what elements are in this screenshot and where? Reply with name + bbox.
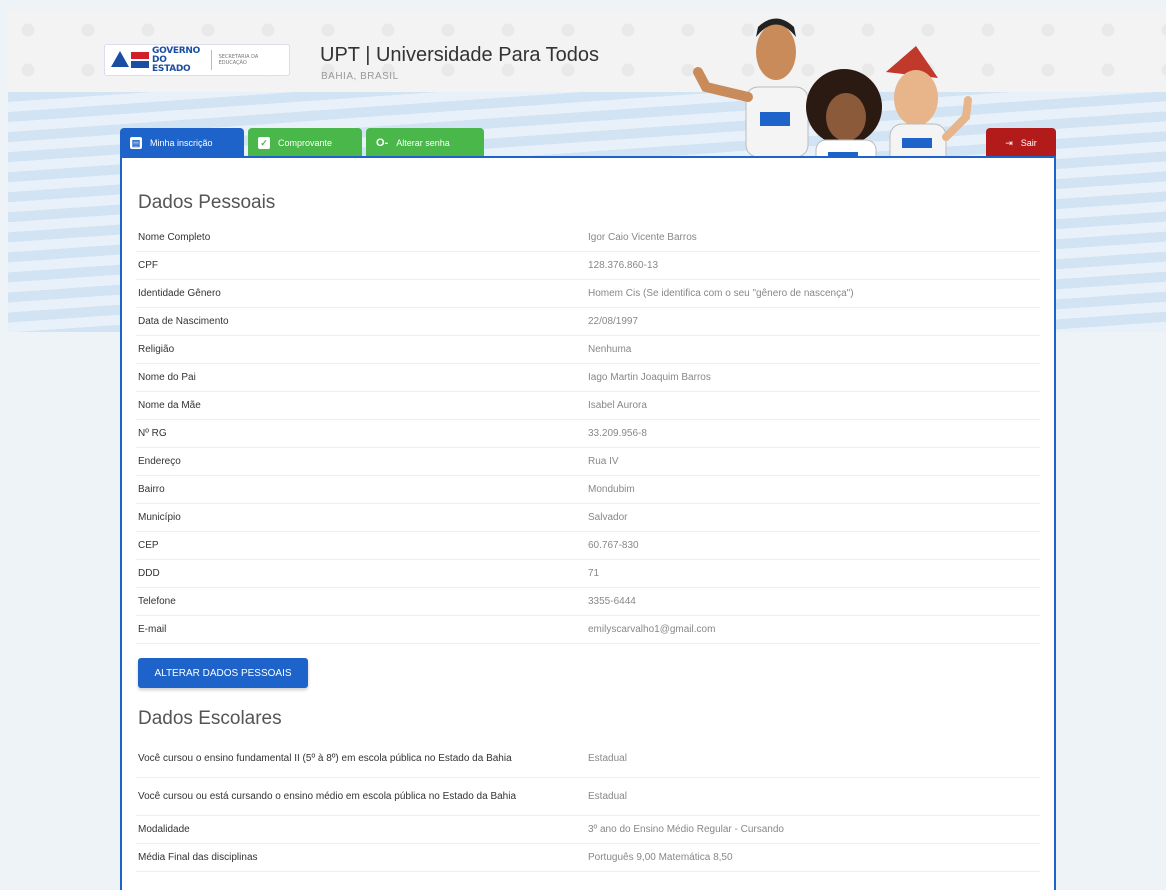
row-value: Estadual [588, 791, 627, 802]
row-label: Você cursou o ensino fundamental II (5º … [138, 752, 512, 764]
table-row: Endereço Rua IV [136, 448, 1040, 476]
row-value: Mondubim [588, 484, 635, 495]
pessoais-table: Nome Completo Igor Caio Vicente Barros CP… [136, 224, 1040, 644]
site-title: UPT | Universidade Para Todos [320, 44, 600, 66]
table-row: Identidade Gênero Homem Cis (Se identific… [136, 280, 1040, 308]
row-value: Homem Cis (Se identifica com o seu "gêne… [588, 288, 854, 299]
row-value: emilyscarvalho1@gmail.com [588, 624, 716, 635]
site-subtitle: BAHIA, BRASIL [321, 71, 399, 82]
row-value: Iago Martin Joaquim Barros [588, 372, 711, 383]
tab-alterar-senha[interactable]: O- Alterar senha [366, 128, 484, 158]
table-row: Data de Nascimento 22/08/1997 [136, 308, 1040, 336]
row-value: Rua IV [588, 456, 619, 467]
row-label: Religião [138, 344, 175, 355]
row-label: Você cursou ou está cursando o ensino mé… [138, 790, 517, 802]
table-row: Religião Nenhuma [136, 336, 1040, 364]
logout-button[interactable]: ⇥ Sair [986, 128, 1056, 158]
row-label: Município [138, 512, 181, 523]
row-value: Nenhuma [588, 344, 632, 355]
row-label: Endereço [138, 456, 181, 467]
row-label: Identidade Gênero [138, 288, 221, 299]
logo-divider [210, 50, 212, 70]
row-value: 60.767-830 [588, 540, 639, 551]
main-card: Dados Pessoais Nome Completo Igor Caio Vi… [120, 156, 1056, 890]
table-row: Nome do Pai Iago Martin Joaquim Barros [136, 364, 1040, 392]
table-row: Município Salvador [136, 504, 1040, 532]
tab-minha-label: Minha inscrição [150, 138, 213, 148]
row-label: DDD [138, 568, 160, 579]
key-icon: O- [376, 137, 389, 149]
form-icon: ▤ [130, 137, 142, 149]
row-label: Data de Nascimento [138, 316, 229, 327]
table-row: Média Final das disciplinas Português 9,0… [136, 844, 1040, 872]
row-label: Nome do Pai [138, 372, 196, 383]
gov-secretary: SECRETARIA DA EDUCAÇÃO [218, 54, 259, 66]
gov-line2: DO ESTADO [152, 54, 191, 74]
row-label: Nome Completo [138, 232, 211, 243]
tab-senha-label: Alterar senha [396, 138, 450, 148]
tab-comprovante-label: Comprovante [278, 138, 333, 148]
row-value: 128.376.860-13 [588, 260, 659, 271]
row-label: Telefone [138, 596, 176, 607]
tab-minha-inscricao[interactable]: ▤ Minha inscrição [120, 128, 244, 158]
tab-comprovante[interactable]: ✓ Comprovante [248, 128, 362, 158]
row-label: CEP [138, 540, 159, 551]
table-row: CPF 128.376.860-13 [136, 252, 1040, 280]
table-row: Bairro Mondubim [136, 476, 1040, 504]
table-row: Nome Completo Igor Caio Vicente Barros [136, 224, 1040, 252]
row-value: Português 9,00 Matemática 8,50 [588, 852, 733, 863]
table-row: Nome da Mãe Isabel Aurora [136, 392, 1040, 420]
table-row: Modalidade 3º ano do Ensino Médio Regular… [136, 816, 1040, 844]
logout-label: Sair [1020, 138, 1037, 148]
row-label: CPF [138, 260, 158, 271]
table-row: Você cursou o ensino fundamental II (5º … [136, 740, 1040, 778]
table-row: Você cursou ou está cursando o ensino mé… [136, 778, 1040, 816]
row-label: Nº RG [138, 428, 167, 439]
table-row: CEP 60.767-830 [136, 532, 1040, 560]
row-label: E-mail [138, 624, 167, 635]
row-label: Modalidade [138, 824, 190, 835]
row-value: Salvador [588, 512, 628, 523]
escolares-table: Você cursou o ensino fundamental II (5º … [136, 740, 1040, 872]
alterar-dados-button[interactable]: ALTERAR DADOS PESSOAIS [138, 658, 308, 688]
check-icon: ✓ [258, 137, 270, 149]
row-label: Bairro [138, 484, 165, 495]
table-row: DDD 71 [136, 560, 1040, 588]
table-row: E-mail emilyscarvalho1@gmail.com [136, 616, 1040, 644]
table-row: Nº RG 33.209.956-8 [136, 420, 1040, 448]
government-mark-icon [111, 49, 149, 71]
mascots-illustration [693, 18, 972, 174]
row-value: 71 [588, 568, 600, 579]
table-row: Telefone 3355-6444 [136, 588, 1040, 616]
row-value: 22/08/1997 [588, 316, 639, 327]
section-title-escolares: Dados Escolares [138, 708, 282, 729]
row-label: Nome da Mãe [138, 400, 201, 411]
section-title-pessoais: Dados Pessoais [138, 192, 276, 213]
row-value: Estadual [588, 753, 627, 764]
row-label: Média Final das disciplinas [138, 852, 258, 863]
row-value: Igor Caio Vicente Barros [588, 232, 697, 243]
government-logo: GOVERNO DO ESTADO SECRETARIA DA EDUCAÇÃO [104, 44, 290, 76]
row-value: 3355-6444 [588, 596, 636, 607]
row-value: 33.209.956-8 [588, 428, 647, 439]
logout-icon: ⇥ [1005, 137, 1013, 148]
row-value: 3º ano do Ensino Médio Regular - Cursand… [588, 824, 784, 835]
page-header: GOVERNO DO ESTADO SECRETARIA DA EDUCAÇÃO… [8, 10, 1166, 96]
row-value: Isabel Aurora [588, 400, 647, 411]
